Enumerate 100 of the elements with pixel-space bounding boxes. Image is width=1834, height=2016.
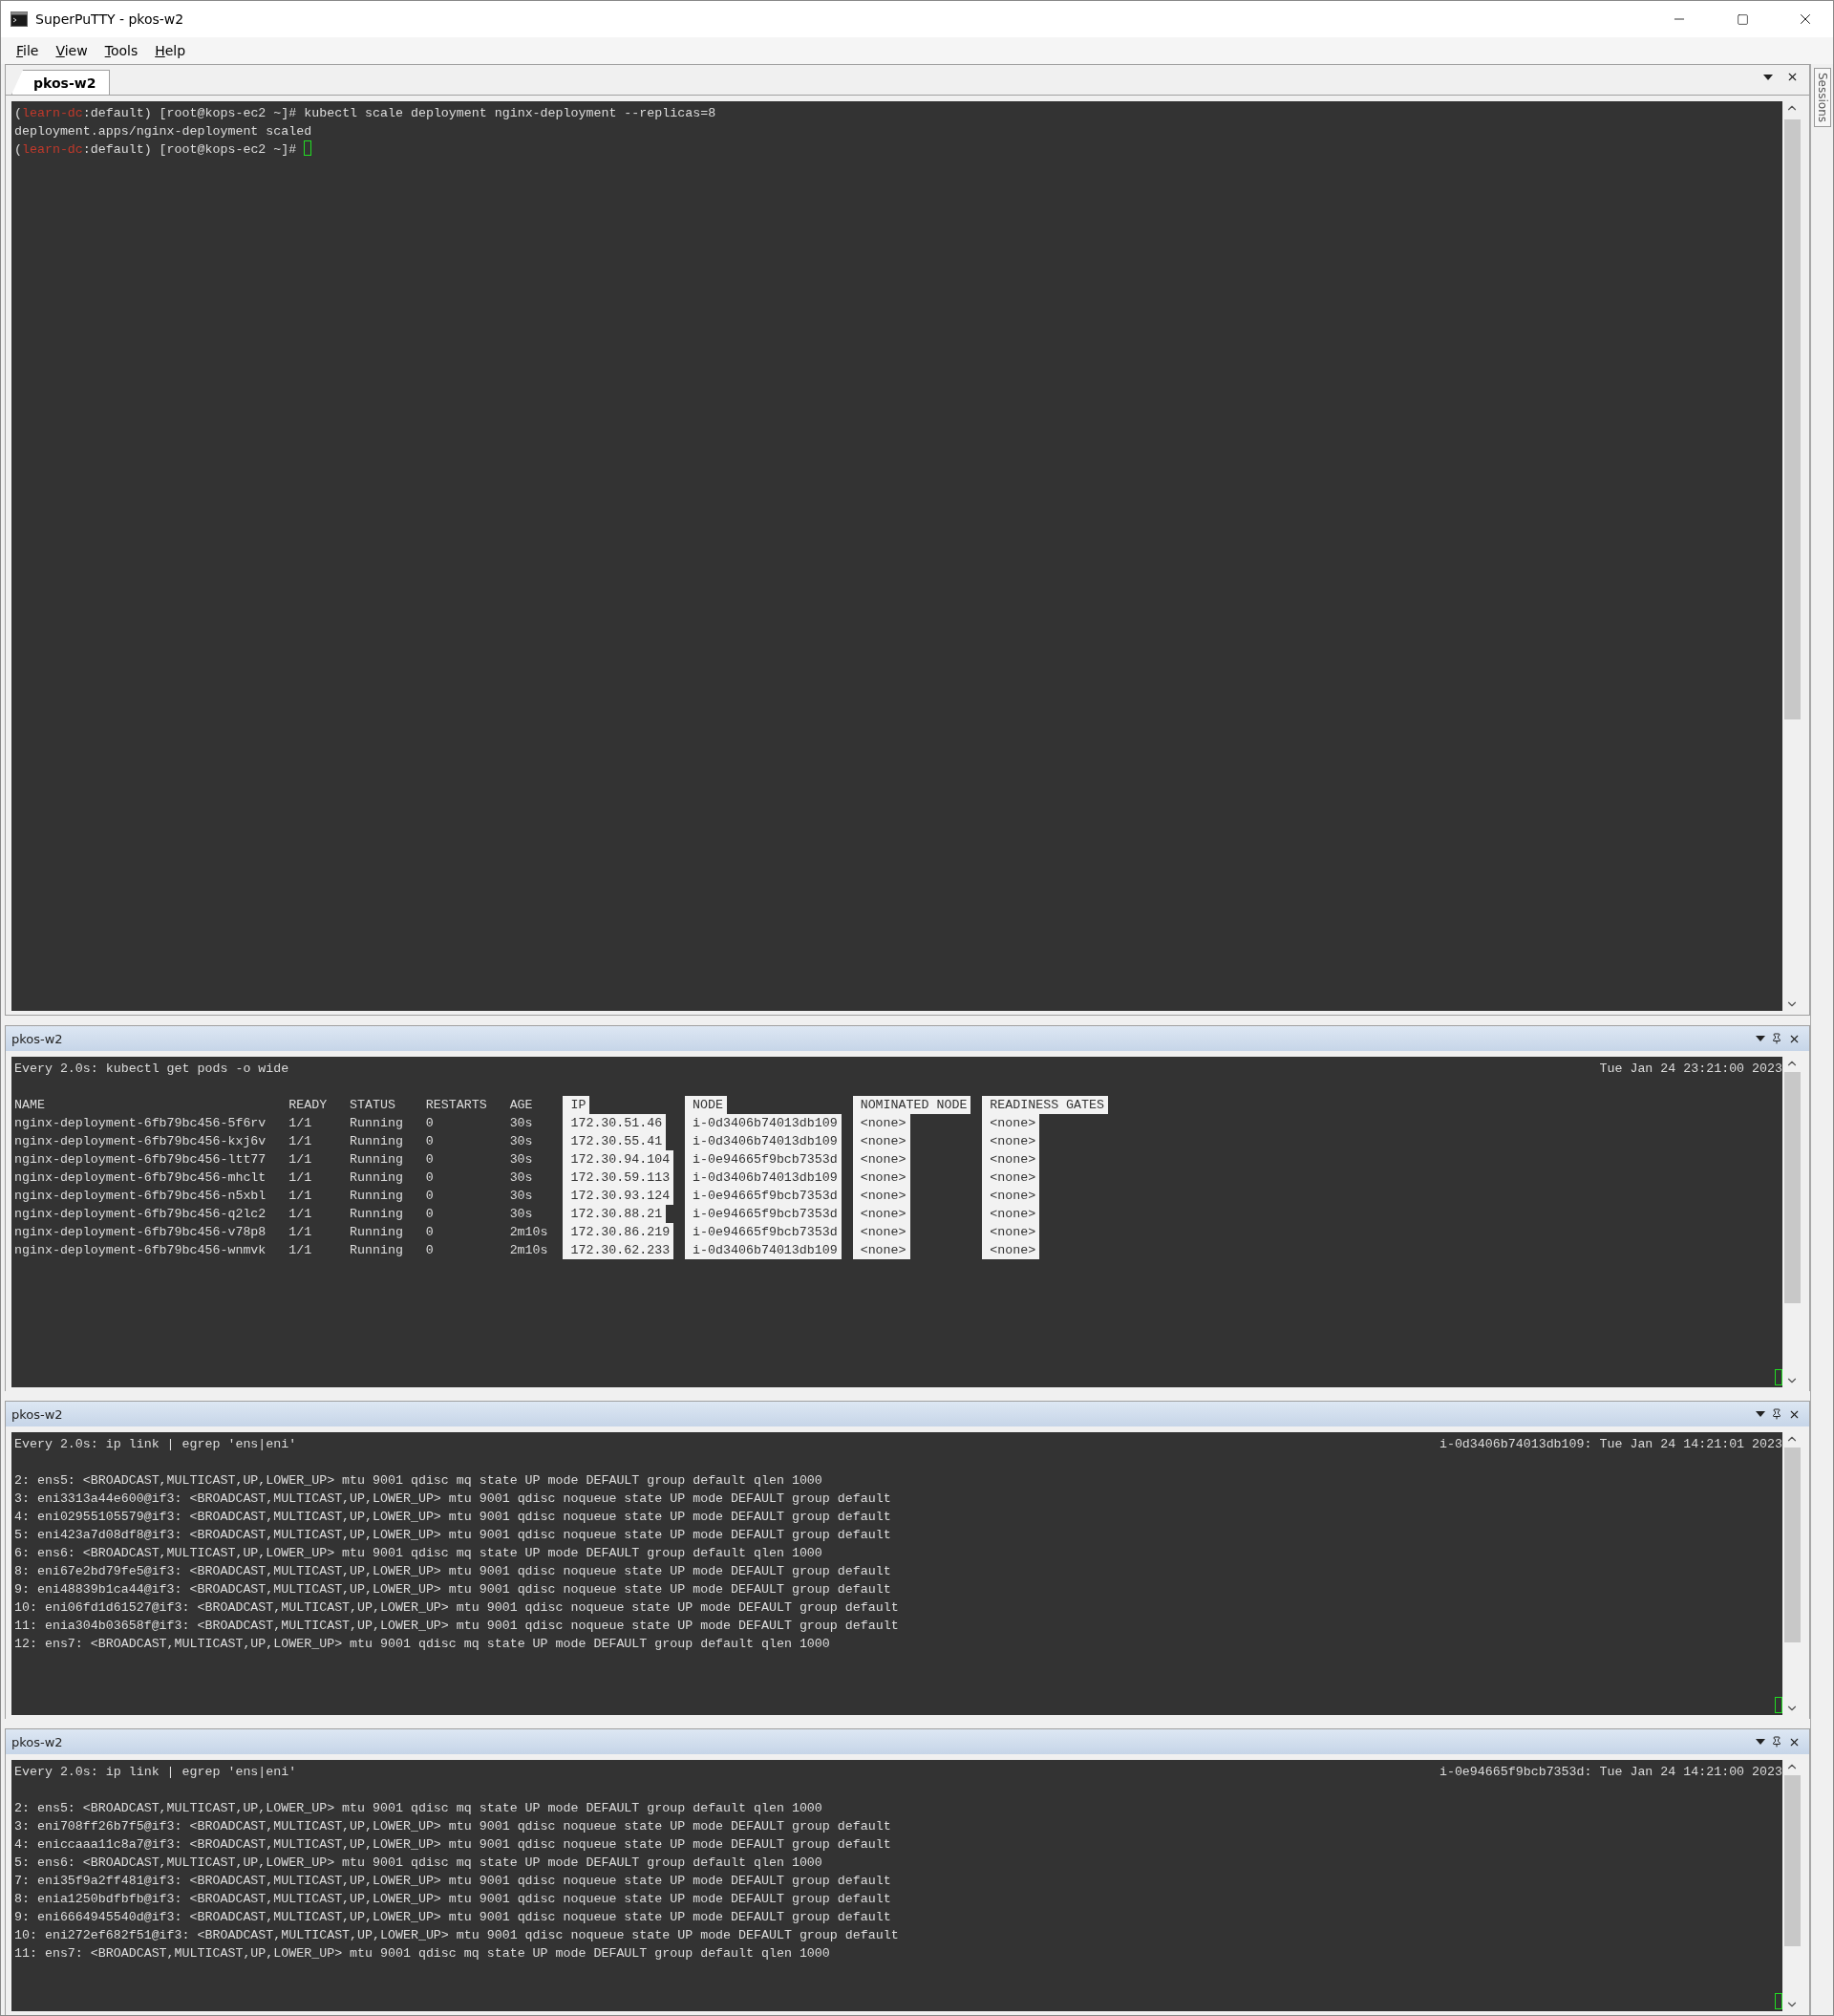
table-cell-text: 30s	[509, 1133, 533, 1150]
table-cell: i-0e94665f9bcb7353d	[685, 1150, 842, 1169]
table-cell-text: 30s	[509, 1206, 533, 1223]
terminal-line: 11: ens7: <BROADCAST,MULTICAST,UP,LOWER_UP> mtu 9001 qdisc mq state UP mode DEFAULT group default qlen 1000	[14, 1945, 831, 1962]
table-cell-text: 1/1	[288, 1242, 312, 1259]
table-cell: 172.30.51.46	[563, 1114, 667, 1132]
menu-item[interactable]: Tools	[96, 41, 146, 60]
terminal-line: 9: eni6664945540d@if3: <BROADCAST,MULTICAST,UP,LOWER_UP> mtu 9001 qdisc noqueue state UP mode DEFAULT group default	[14, 1909, 892, 1926]
terminal-line: 4: eniccaaa11c8a7@if3: <BROADCAST,MULTICAST,UP,LOWER_UP> mtu 9001 qdisc noqueue state UP mode DEFAULT group default	[14, 1836, 892, 1854]
terminal[interactable]	[11, 1057, 1782, 1387]
table-cell-text: 30s	[509, 1151, 533, 1169]
terminal-line: 5: eni423a7d08df8@if3: <BROADCAST,MULTICAST,UP,LOWER_UP> mtu 9001 qdisc noqueue state UP mode DEFAULT group default	[14, 1527, 892, 1544]
table-cell-text: nginx-deployment-6fb79bc456-wnmvk	[14, 1242, 267, 1259]
table-cell-text: 2m10s	[509, 1224, 548, 1241]
column-header: READINESS GATES	[982, 1096, 1108, 1114]
scrollbar-thumb[interactable]	[1783, 1448, 1801, 1642]
table-cell: <none>	[852, 1223, 910, 1241]
table-cell: 172.30.93.124	[563, 1187, 674, 1205]
cursor-block	[1775, 1697, 1782, 1713]
table-cell: <none>	[982, 1150, 1040, 1169]
table-cell: <none>	[852, 1114, 910, 1132]
table-cell-text: nginx-deployment-6fb79bc456-n5xbl	[14, 1188, 267, 1205]
scrollbar-thumb[interactable]	[1783, 1775, 1801, 1946]
terminal-line: 2: ens5: <BROADCAST,MULTICAST,UP,LOWER_UP> mtu 9001 qdisc mq state UP mode DEFAULT group default qlen 1000	[14, 1800, 823, 1817]
table-cell-text: 0	[425, 1224, 434, 1241]
terminal-line: 5: ens6: <BROADCAST,MULTICAST,UP,LOWER_UP> mtu 9001 qdisc mq state UP mode DEFAULT group default qlen 1000	[14, 1855, 823, 1872]
table-cell-text: Running	[350, 1242, 403, 1259]
scrollbar-thumb[interactable]	[1783, 118, 1801, 720]
terminal-line: 2: ens5: <BROADCAST,MULTICAST,UP,LOWER_UP> mtu 9001 qdisc mq state UP mode DEFAULT group default qlen 1000	[14, 1472, 823, 1490]
menu-item[interactable]: Help	[147, 41, 194, 60]
table-cell: <none>	[982, 1132, 1040, 1150]
table-cell-text: 30s	[509, 1169, 533, 1187]
column-header: NODE	[685, 1096, 727, 1114]
table-cell: 172.30.86.219	[563, 1223, 674, 1241]
table-cell-text: Running	[350, 1133, 403, 1150]
terminal-line: 11: enia304b03658f@if3: <BROADCAST,MULTICAST,UP,LOWER_UP> mtu 9001 qdisc noqueue state UP mode DEFAULT group default	[14, 1618, 900, 1635]
watch-timestamp: i-0e94665f9bcb7353d: Tue Jan 24 14:21:00 2023	[1439, 1764, 1782, 1781]
table-cell: i-0e94665f9bcb7353d	[685, 1187, 842, 1205]
maximize-icon[interactable]	[1736, 12, 1749, 26]
table-cell-text: Running	[350, 1151, 403, 1169]
table-cell-text: 1/1	[288, 1169, 312, 1187]
table-cell: <none>	[852, 1187, 910, 1205]
table-cell: <none>	[982, 1169, 1040, 1187]
column-header: NAME	[14, 1097, 45, 1114]
table-cell-text: Running	[350, 1224, 403, 1241]
table-cell-text: 0	[425, 1242, 434, 1259]
table-cell: i-0d3406b74013db109	[685, 1114, 842, 1132]
menu-item[interactable]: File	[9, 41, 47, 60]
column-header: RESTARTS	[425, 1097, 487, 1114]
table-cell-text: nginx-deployment-6fb79bc456-v78p8	[14, 1224, 267, 1241]
terminal-line: 4: eni02955105579@if3: <BROADCAST,MULTICAST,UP,LOWER_UP> mtu 9001 qdisc noqueue state UP mode DEFAULT group default	[14, 1509, 892, 1526]
dropdown-caret-icon[interactable]	[1753, 1739, 1768, 1745]
terminal-line: (learn-dc:default) [root@kops-ec2 ~]# kubectl scale deployment nginx-deployment --replicas=8	[14, 105, 717, 122]
dropdown-caret-icon[interactable]	[1753, 1411, 1768, 1417]
scrollbar-thumb[interactable]	[1783, 1072, 1801, 1303]
pane-title: pkos-w2	[11, 1734, 64, 1749]
table-cell: <none>	[852, 1132, 910, 1150]
table-cell-text: Running	[350, 1169, 403, 1187]
terminal[interactable]	[11, 1432, 1782, 1715]
sessions-tab[interactable]: Sessions	[1813, 68, 1831, 128]
table-cell-text: 1/1	[288, 1151, 312, 1169]
window-title: SuperPuTTY - pkos-w2	[35, 11, 185, 27]
table-cell-text: 1/1	[288, 1133, 312, 1150]
pane-title: pkos-w2	[11, 1406, 64, 1422]
watch-timestamp: Tue Jan 24 23:21:00 2023	[1599, 1061, 1782, 1078]
dropdown-caret-icon[interactable]	[1753, 1036, 1768, 1041]
table-cell-text: nginx-deployment-6fb79bc456-ltt77	[14, 1151, 267, 1169]
table-cell-text: Running	[350, 1115, 403, 1132]
column-header: STATUS	[350, 1097, 395, 1114]
terminal-line: 8: eni67e2bd79fe5@if3: <BROADCAST,MULTICAST,UP,LOWER_UP> mtu 9001 qdisc noqueue state UP mode DEFAULT group default	[14, 1563, 892, 1580]
table-cell: <none>	[852, 1205, 910, 1223]
table-cell: <none>	[982, 1114, 1040, 1132]
table-cell: <none>	[982, 1241, 1040, 1259]
watch-command: Every 2.0s: ip link | egrep 'ens|eni'	[14, 1764, 297, 1781]
table-cell: 172.30.88.21	[563, 1205, 667, 1223]
table-cell: 172.30.94.104	[563, 1150, 674, 1169]
table-cell-text: 0	[425, 1133, 434, 1150]
table-cell-text: 30s	[509, 1188, 533, 1205]
table-cell: i-0e94665f9bcb7353d	[685, 1205, 842, 1223]
table-cell-text: nginx-deployment-6fb79bc456-mhclt	[14, 1169, 267, 1187]
terminal[interactable]: (learn-dc:default) [root@kops-ec2 ~]# kubectl scale deployment nginx-deployment --replicas=8 deployment.apps/nginx-deployment scaled (learn-dc:default) [root@kops-ec2 ~]#	[11, 101, 1782, 1011]
terminal-line: 3: eni708ff26b7f5@if3: <BROADCAST,MULTICAST,UP,LOWER_UP> mtu 9001 qdisc noqueue state UP mode DEFAULT group default	[14, 1818, 892, 1835]
table-cell: <none>	[982, 1187, 1040, 1205]
table-cell-text: nginx-deployment-6fb79bc456-kxj6v	[14, 1133, 267, 1150]
dropdown-caret-icon[interactable]	[1760, 74, 1776, 80]
terminal-line: (learn-dc:default) [root@kops-ec2 ~]#	[14, 140, 1782, 159]
table-cell-text: 0	[425, 1169, 434, 1187]
table-cell-text: 30s	[509, 1115, 533, 1132]
terminal-line: 8: enia1250bdfbfb@if3: <BROADCAST,MULTICAST,UP,LOWER_UP> mtu 9001 qdisc noqueue state UP mode DEFAULT group default	[14, 1891, 892, 1908]
cursor-block	[1775, 1993, 1782, 2009]
table-cell: 172.30.62.233	[563, 1241, 674, 1259]
session-tab[interactable]: pkos-w2	[11, 70, 111, 95]
terminal[interactable]	[11, 1760, 1782, 2011]
table-cell: <none>	[982, 1223, 1040, 1241]
table-cell: i-0d3406b74013db109	[685, 1241, 842, 1259]
table-cell: <none>	[852, 1241, 910, 1259]
table-cell: <none>	[852, 1169, 910, 1187]
menu-item[interactable]: View	[48, 41, 96, 60]
table-cell-text: Running	[350, 1188, 403, 1205]
terminal-icon	[11, 11, 28, 27]
